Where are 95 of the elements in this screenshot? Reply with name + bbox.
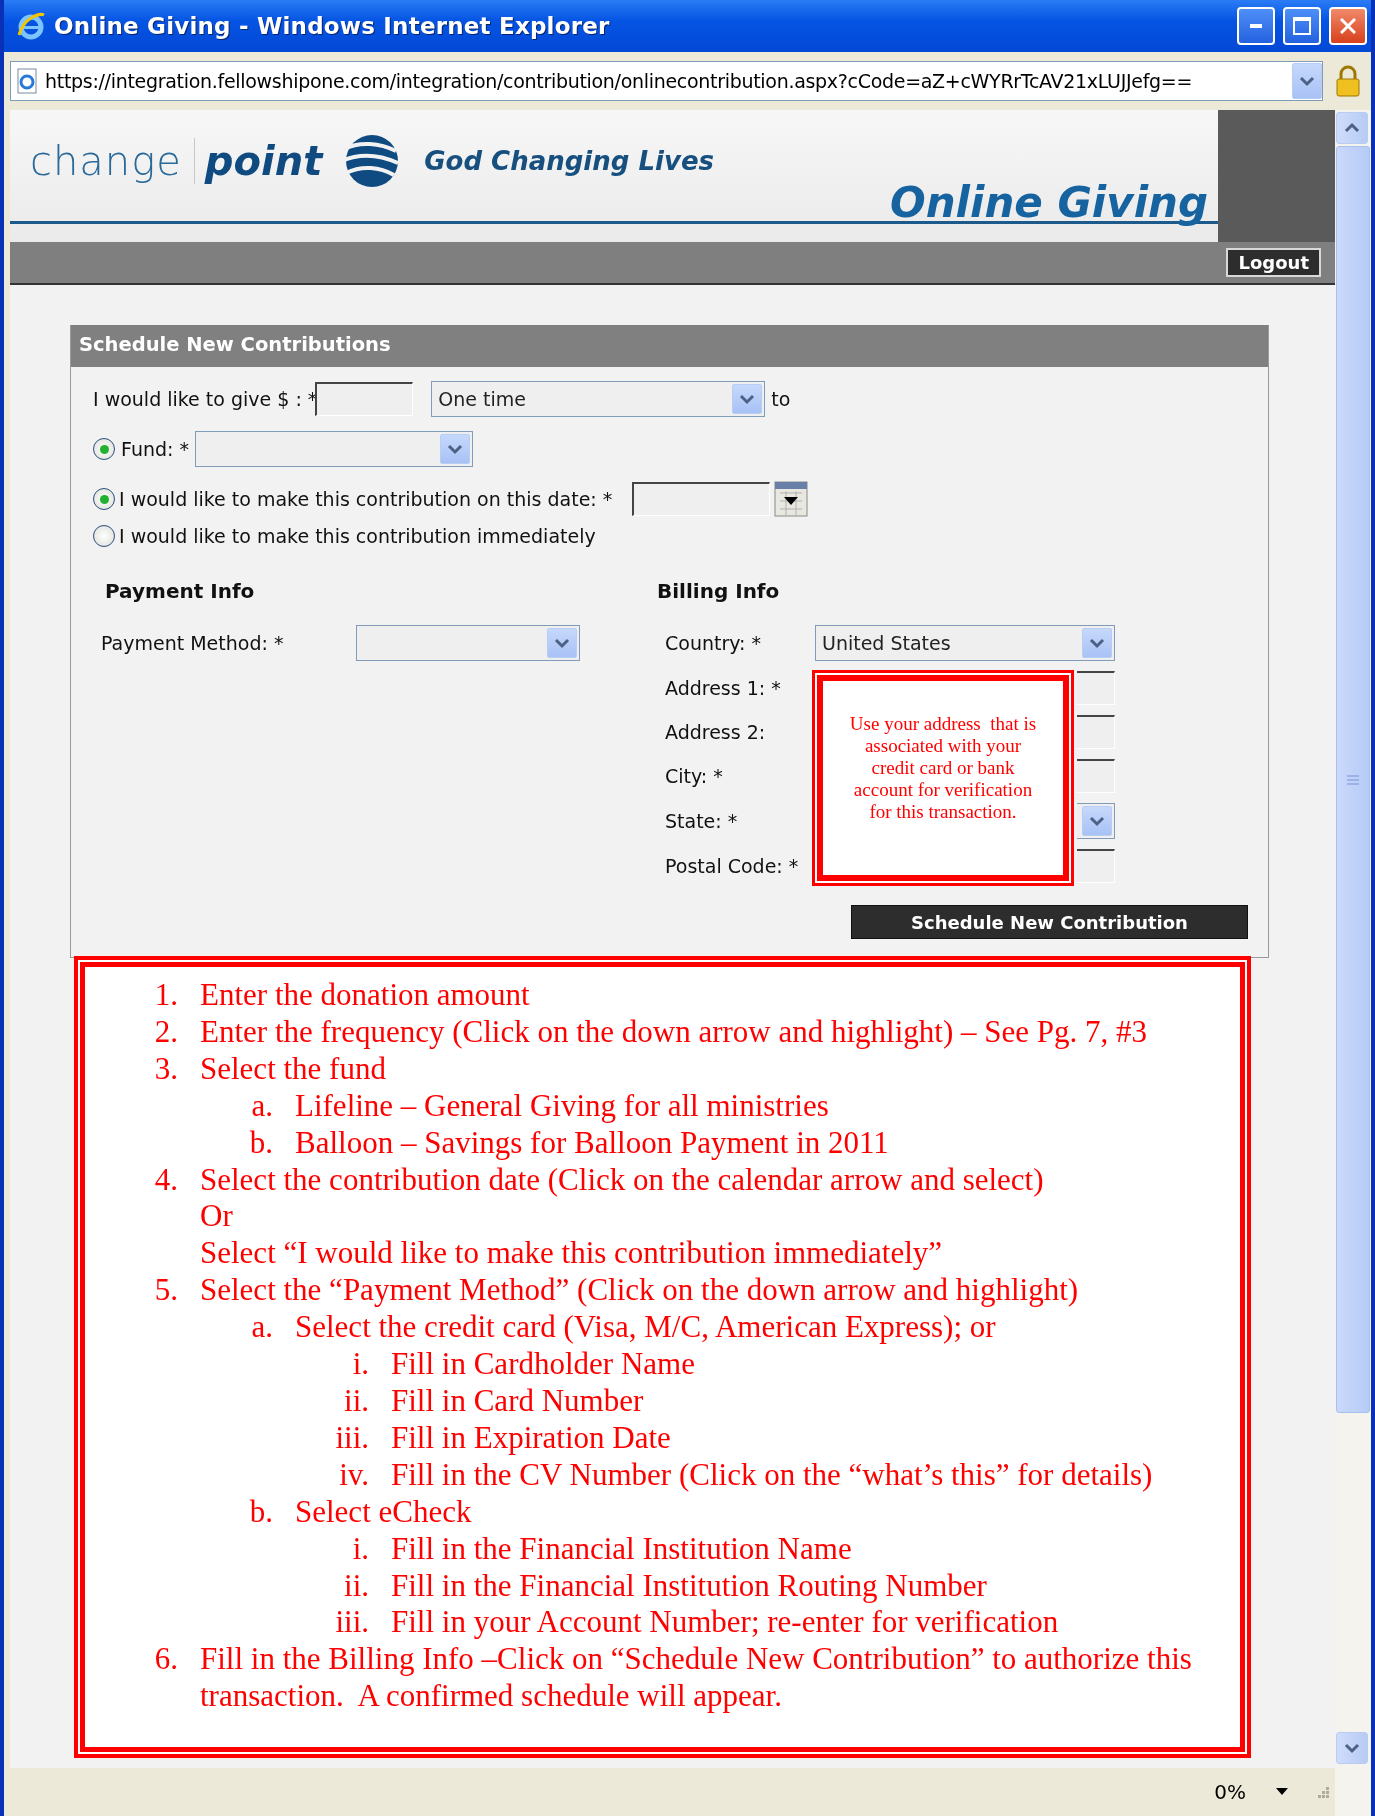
instruction-text: Fill in the Financial Institution Name bbox=[391, 1530, 852, 1568]
radio-label: I would like to make this contribution immediately bbox=[119, 525, 596, 547]
field-label: State: * bbox=[665, 810, 739, 832]
billing-input[interactable] bbox=[1077, 759, 1115, 793]
list-marker: b. bbox=[248, 1124, 274, 1162]
instruction-text: Or bbox=[200, 1198, 233, 1236]
date-input[interactable] bbox=[632, 482, 771, 516]
radio-button[interactable] bbox=[93, 488, 115, 510]
list-marker: i. bbox=[351, 1530, 370, 1568]
instruction-text: Select eCheck bbox=[295, 1493, 472, 1531]
list-marker: ii. bbox=[343, 1382, 370, 1420]
field-label: City: * bbox=[665, 765, 724, 787]
zoom-level[interactable]: 0% bbox=[1214, 1780, 1246, 1804]
billing-select[interactable]: United States bbox=[815, 625, 1115, 661]
field-label: Address 1: * bbox=[665, 677, 782, 699]
chevron-down-icon bbox=[1089, 815, 1105, 827]
billing-input[interactable] bbox=[1077, 715, 1115, 749]
amount-input[interactable] bbox=[315, 382, 414, 416]
instruction-text: Fill in Card Number bbox=[391, 1382, 644, 1420]
list-marker: 4. bbox=[153, 1161, 179, 1199]
calendar-icon[interactable] bbox=[774, 481, 809, 517]
list-marker: 5. bbox=[153, 1272, 179, 1310]
brand-name: point bbox=[204, 138, 323, 184]
list-marker: iii. bbox=[334, 1419, 370, 1457]
radio-button[interactable] bbox=[93, 525, 115, 547]
field-label: Address 2: bbox=[665, 721, 767, 743]
panel-title: Schedule New Contributions bbox=[71, 325, 1268, 367]
close-button[interactable] bbox=[1329, 7, 1367, 45]
instruction-text: Select “I would like to make this contribution immediately” bbox=[200, 1235, 943, 1273]
scrollbar-thumb[interactable] bbox=[1336, 146, 1370, 1413]
billing-select[interactable] bbox=[1077, 803, 1115, 839]
billing-input[interactable] bbox=[1077, 671, 1115, 705]
close-icon bbox=[1340, 18, 1356, 34]
section-heading: Billing Info bbox=[657, 579, 781, 603]
chevron-up-icon bbox=[1344, 122, 1360, 134]
page-icon bbox=[15, 68, 39, 94]
scroll-down-button[interactable] bbox=[1336, 1732, 1368, 1764]
instruction-text: Fill in the CV Number (Click on the “what’s this” for details) bbox=[391, 1456, 1153, 1494]
field-label: Fund: * bbox=[121, 438, 189, 460]
list-marker: b. bbox=[248, 1493, 274, 1531]
chevron-down-icon bbox=[1299, 75, 1315, 87]
resize-grip-icon bbox=[1318, 1786, 1329, 1798]
maximize-icon bbox=[1293, 17, 1311, 35]
grip-icon bbox=[1346, 773, 1360, 786]
list-marker: a. bbox=[250, 1087, 274, 1125]
window-title: Online Giving - Windows Internet Explorer bbox=[54, 13, 611, 39]
instruction-text: Select the contribution date (Click on the calendar arrow and select) bbox=[200, 1161, 1044, 1199]
radio-label: I would like to make this contribution on this date: * bbox=[119, 488, 613, 510]
instruction-text: Select the “Payment Method” (Click on the down arrow and highlight) bbox=[200, 1272, 1079, 1310]
chevron-down-icon bbox=[1344, 1742, 1360, 1754]
chevron-down-icon bbox=[1089, 637, 1105, 649]
instruction-text: Select the fund bbox=[200, 1050, 386, 1088]
list-marker: 3. bbox=[153, 1050, 179, 1088]
chevron-down-icon bbox=[739, 393, 756, 405]
instruction-text: Fill in your Account Number; re-enter for verification bbox=[391, 1604, 1059, 1642]
list-marker: a. bbox=[250, 1309, 274, 1347]
list-marker: i. bbox=[351, 1346, 370, 1383]
lock-icon[interactable] bbox=[1333, 64, 1363, 98]
list-marker: iv. bbox=[338, 1456, 370, 1494]
billing-input[interactable] bbox=[1077, 849, 1115, 883]
address-field[interactable]: https://integration.fellowshipone.com/integration/contribution/onlinecontribution.aspx?cCode=aZ+cWYRrTcAV21xLUJJefg== bbox=[10, 61, 1323, 101]
maximize-button[interactable] bbox=[1283, 7, 1321, 45]
minimize-icon bbox=[1250, 24, 1262, 28]
instruction-text: Lifeline – General Giving for all ministries bbox=[295, 1087, 829, 1125]
field-label: Postal Code: * bbox=[665, 855, 800, 877]
instruction-text: Fill in the Billing Info –Click on “Schedule New Contribution” to authorize this transaction. A confirmed schedule will appear. bbox=[200, 1641, 1193, 1716]
tagline: God Changing Lives bbox=[424, 146, 714, 176]
radio-button[interactable] bbox=[93, 438, 115, 460]
list-marker: 2. bbox=[153, 1013, 179, 1051]
field-label: Country: * bbox=[665, 632, 763, 654]
instruction-text: Enter the donation amount bbox=[200, 977, 530, 1014]
list-marker: 6. bbox=[153, 1641, 179, 1679]
instruction-text: Fill in Cardholder Name bbox=[391, 1346, 695, 1383]
chevron-down-icon bbox=[554, 637, 570, 649]
schedule-button[interactable]: Schedule New Contribution bbox=[851, 905, 1248, 939]
browser-logo-icon bbox=[16, 11, 46, 41]
brand-name: change bbox=[30, 138, 195, 184]
instruction-text: Balloon – Savings for Balloon Payment in 2011 bbox=[295, 1124, 889, 1162]
instruction-text: Fill in the Financial Institution Routing Number bbox=[391, 1567, 987, 1605]
field-label: to bbox=[771, 388, 791, 410]
caret-icon[interactable] bbox=[1276, 1788, 1288, 1796]
field-label: Payment Method: * bbox=[101, 632, 285, 654]
list-marker: iii. bbox=[334, 1604, 370, 1642]
scroll-up-button[interactable] bbox=[1336, 112, 1368, 144]
logout-button[interactable]: Logout bbox=[1226, 248, 1321, 277]
frequency-select[interactable]: One time bbox=[431, 381, 766, 417]
list-marker: 1. bbox=[153, 977, 179, 1014]
minimize-button[interactable] bbox=[1237, 7, 1275, 45]
section-heading: Payment Info bbox=[105, 579, 256, 603]
instruction-text: Fill in Expiration Date bbox=[391, 1419, 671, 1457]
chevron-down-icon bbox=[447, 443, 463, 455]
instruction-text: Enter the frequency (Click on the down arrow and highlight) – See Pg. 7, #3 bbox=[200, 1013, 1147, 1051]
site-title: Online Giving bbox=[890, 178, 1208, 227]
instruction-text: Select the credit card (Visa, M/C, American Express); or bbox=[295, 1309, 996, 1347]
list-marker: ii. bbox=[343, 1567, 370, 1605]
